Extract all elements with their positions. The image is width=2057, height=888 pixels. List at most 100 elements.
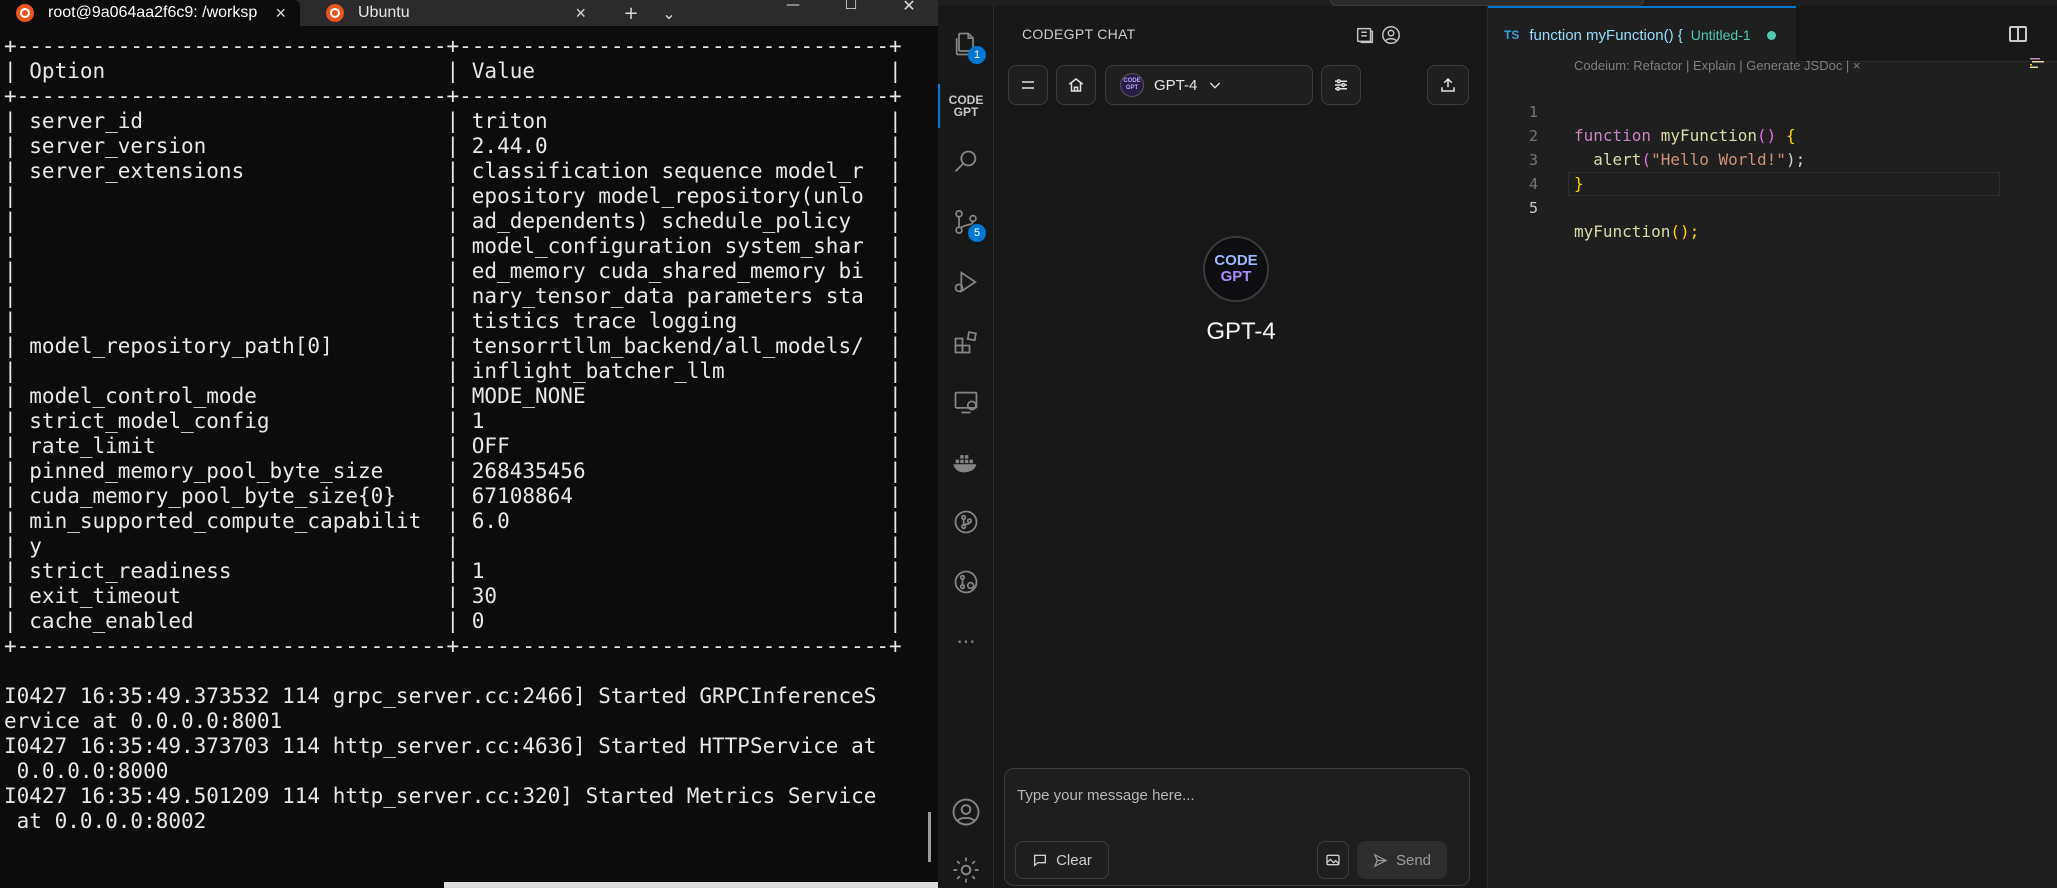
upload-icon: [1441, 77, 1455, 92]
code-line: 3 }: [1488, 124, 2057, 193]
terminal-line: | strict_readiness | 1 |: [4, 559, 902, 583]
terminal-horizontal-scrollbar[interactable]: [444, 882, 938, 888]
user-icon[interactable]: [1380, 24, 1402, 46]
send-button[interactable]: Send: [1357, 841, 1447, 879]
terminal-line: | server_extensions | classification seq…: [4, 159, 902, 183]
activity-docker[interactable]: [938, 434, 994, 490]
terminal-tab-label: root@9a064aa2f6c9: /worksp: [48, 4, 258, 21]
terminal-line: | rate_limit | OFF |: [4, 434, 902, 458]
unsaved-dot-icon[interactable]: [1766, 30, 1776, 40]
code-line: 2 alert("Hello World!");: [1488, 100, 2057, 169]
terminal-tab-label: Ubuntu: [358, 4, 410, 21]
split-editor-icon[interactable]: [2009, 26, 2027, 42]
settings-button[interactable]: [1321, 65, 1361, 105]
terminal-tab-root[interactable]: root@9a064aa2f6c9: /worksp ×: [0, 0, 300, 26]
clear-button[interactable]: Clear: [1015, 841, 1109, 879]
typescript-icon: TS: [1504, 28, 1520, 42]
terminal-line: +----------------------------------+----…: [4, 634, 902, 658]
gear-icon: [953, 857, 979, 883]
remote-explorer-icon: [954, 391, 978, 414]
activity-search[interactable]: [938, 134, 994, 190]
explorer-badge: 1: [968, 46, 986, 64]
activity-git-settings[interactable]: [938, 554, 994, 610]
terminal-line: +----------------------------------+----…: [4, 84, 902, 108]
terminal-line: I0427 16:35:49.501209 114 http_server.cc…: [4, 784, 877, 808]
terminal-window: root@9a064aa2f6c9: /worksp × Ubuntu × + …: [0, 0, 938, 888]
codegpt-sidebar: CODEGPT CHAT CODE GPT GPT-4 CODE GPT GPT-…: [994, 6, 1488, 888]
scm-badge: 5: [968, 224, 986, 242]
terminal-output[interactable]: +----------------------------------+----…: [4, 34, 924, 834]
home-button[interactable]: [1056, 65, 1096, 105]
terminal-scrollbar[interactable]: [928, 812, 931, 862]
attach-image-button[interactable]: [1317, 841, 1349, 879]
activity-codegpt[interactable]: CODE GPT: [938, 78, 994, 134]
terminal-line: | | tistics trace logging |: [4, 309, 902, 333]
activity-explorer[interactable]: 1: [938, 16, 994, 72]
editor-tab-bar: TS function myFunction() { Untitled-1: [1488, 6, 2057, 62]
selected-model-title: GPT-4: [1206, 318, 1276, 345]
terminal-line: | | epository model_repository(unlo |: [4, 184, 902, 208]
terminal-line: | | inflight_batcher_llm |: [4, 359, 902, 383]
menu-button[interactable]: [1008, 65, 1048, 105]
sliders-icon: [1335, 79, 1347, 91]
terminal-line: | model_repository_path[0] | tensorrtllm…: [4, 334, 902, 358]
close-icon[interactable]: ×: [575, 3, 586, 24]
chevron-down-icon[interactable]: ⌄: [652, 0, 686, 26]
terminal-line: | | model_configuration system_shar |: [4, 234, 902, 258]
maximize-button[interactable]: ☐: [828, 0, 874, 18]
editor-tab-title: function myFunction() {: [1529, 26, 1683, 44]
hamburger-icon: [1022, 81, 1034, 89]
code-editor[interactable]: 1 function myFunction() { 2 alert("Hello…: [1488, 76, 2057, 241]
model-selector[interactable]: CODE GPT GPT-4: [1105, 65, 1313, 105]
terminal-line: 0.0.0.0:8000: [4, 759, 169, 783]
activity-git-graph[interactable]: [938, 494, 994, 550]
history-icon[interactable]: [1354, 24, 1376, 46]
more-icon[interactable]: ···: [938, 614, 994, 670]
send-button-label: Send: [1395, 851, 1432, 869]
terminal-line: | exit_timeout | 30 |: [4, 584, 902, 608]
export-button[interactable]: [1427, 65, 1469, 105]
terminal-line: | cache_enabled | 0 |: [4, 609, 902, 633]
terminal-line: | | ad_dependents) schedule_policy |: [4, 209, 902, 233]
chevron-down-icon: [1210, 82, 1221, 89]
minimap[interactable]: [2030, 58, 2050, 68]
minimize-button[interactable]: —: [770, 0, 816, 18]
editor-tab-filename: Untitled-1: [1690, 27, 1751, 43]
send-icon: [1373, 853, 1388, 867]
code-line: 5 myFunction();: [1488, 172, 2057, 241]
code-token: myFunction: [1574, 222, 1671, 241]
activity-manage[interactable]: [938, 842, 994, 888]
line-number: 5: [1528, 199, 1538, 217]
activity-source-control[interactable]: 5: [938, 194, 994, 250]
editor-group: TS function myFunction() { Untitled-1 Co…: [1488, 6, 2057, 888]
extensions-icon: [954, 331, 977, 354]
terminal-line: | Option | Value |: [4, 59, 902, 83]
editor-tab-untitled[interactable]: TS function myFunction() { Untitled-1: [1488, 6, 1796, 62]
terminal-line: | | nary_tensor_data parameters sta |: [4, 284, 902, 308]
activity-remote-explorer[interactable]: [938, 374, 994, 430]
sidebar-title: CODEGPT CHAT: [1022, 26, 1136, 42]
terminal-line: | | ed_memory cuda_shared_memory bi |: [4, 259, 902, 283]
git-graph-icon: [954, 510, 978, 534]
activity-run-debug[interactable]: [938, 254, 994, 310]
ubuntu-icon: [326, 4, 344, 22]
close-icon[interactable]: ×: [275, 3, 286, 24]
home-icon: [1068, 78, 1084, 92]
new-tab-button[interactable]: +: [614, 0, 648, 26]
activity-extensions[interactable]: [938, 314, 994, 370]
terminal-tab-ubuntu[interactable]: Ubuntu ×: [310, 0, 600, 26]
search-icon: [954, 150, 977, 172]
window-close-button[interactable]: ✕: [886, 0, 932, 18]
terminal-line: at 0.0.0.0:8002: [4, 809, 207, 833]
run-debug-icon: [954, 271, 977, 293]
terminal-line: | y | |: [4, 534, 902, 558]
model-selector-label: GPT-4: [1154, 76, 1198, 94]
account-icon: [952, 798, 980, 826]
activity-accounts[interactable]: [938, 784, 994, 840]
activity-bar: 1 CODE GPT 5 ···: [938, 6, 994, 888]
terminal-line: ervice at 0.0.0.0:8001: [4, 709, 283, 733]
terminal-line: | cuda_memory_pool_byte_size{0} | 671088…: [4, 484, 902, 508]
chat-message-input[interactable]: [1017, 783, 1457, 807]
codeium-codelens[interactable]: Codeium: Refactor | Explain | Generate J…: [1574, 58, 1861, 73]
codegpt-logo-line-2: GPT: [1220, 268, 1252, 285]
